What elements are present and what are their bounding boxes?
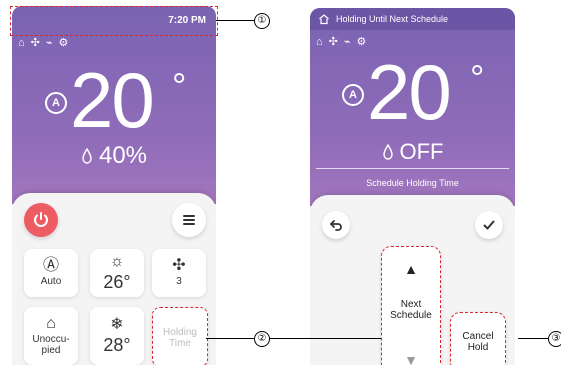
- humidity-drop-icon: [82, 148, 92, 164]
- callout-1: ①: [254, 13, 270, 29]
- home-arrow-icon: ⌂: [18, 37, 25, 49]
- mode-tile-auto[interactable]: Ⓐ Auto: [24, 249, 78, 297]
- next-schedule-control[interactable]: ▲ Next Schedule ▼: [381, 246, 441, 365]
- temperature-degree: °: [172, 65, 187, 106]
- mode-auto-icon: Ⓐ: [42, 257, 59, 275]
- home-arrow-icon: ⌂: [316, 36, 323, 48]
- schedule-divider: [316, 168, 509, 169]
- right-temperature-value: 20: [367, 48, 452, 136]
- settings-icon: ⚙: [356, 36, 367, 48]
- callout-line-3: [518, 338, 548, 339]
- next-schedule-label: Next Schedule: [390, 299, 432, 321]
- holding-time-tile[interactable]: Holding Time: [152, 307, 208, 365]
- confirm-button[interactable]: [475, 211, 503, 239]
- snowflake-icon: ❄: [110, 315, 124, 333]
- mode-auto-label: Auto: [40, 276, 62, 288]
- power-icon: [34, 212, 48, 227]
- temperature-display: A 20 °: [12, 61, 216, 151]
- status-icons: ⌂ ✣ ⌁ ⚙: [18, 34, 68, 52]
- callout-3: ③: [548, 331, 561, 347]
- sun-icon: ☼: [109, 252, 125, 270]
- cancel-hold-label: Cancel Hold: [462, 331, 494, 353]
- heat-setpoint-value: 28°: [103, 334, 131, 355]
- callout-line-2b: [270, 338, 381, 339]
- fan-icon: ✣: [172, 257, 186, 275]
- holding-header-text: Holding Until Next Schedule: [336, 14, 449, 24]
- left-screen: 7:20 PM ⌂ ✣ ⌁ ⚙ A 20 ° 40% Ⓐ Auto ☼ 26° …: [12, 6, 216, 365]
- occupancy-icon: ⌂: [46, 315, 56, 332]
- holding-header-bar: Holding Until Next Schedule: [310, 8, 515, 30]
- right-control-panel: ▲ Next Schedule ▼ Cancel Hold: [310, 195, 515, 365]
- home-icon: [319, 14, 329, 25]
- fan-icon: ✣: [30, 37, 40, 49]
- right-mode-auto-badge: A: [342, 84, 364, 106]
- callout-2: ②: [254, 331, 270, 347]
- menu-icon: [183, 215, 195, 225]
- holding-time-label: Holding Time: [163, 327, 197, 349]
- right-temperature-degree: °: [470, 57, 485, 98]
- top-status-highlight: [10, 6, 218, 36]
- occupancy-label: Unoccu- pied: [32, 334, 70, 356]
- chevron-up-icon[interactable]: ▲: [382, 261, 440, 277]
- right-screen: Holding Until Next Schedule ⌂ ✣ ⌁ ⚙ A 20…: [310, 8, 515, 365]
- humidity-value: 40%: [98, 142, 148, 169]
- lock-icon: ⌁: [45, 37, 53, 49]
- occupancy-tile[interactable]: ⌂ Unoccu- pied: [24, 307, 78, 365]
- humidity-display: 40%: [12, 142, 216, 170]
- settings-icon: ⚙: [58, 37, 69, 49]
- left-control-panel: Ⓐ Auto ☼ 26° ✣ 3 ⌂ Unoccu- pied ❄ 28° Ho…: [12, 193, 216, 365]
- lock-icon: ⌁: [343, 36, 351, 48]
- callout-line-2a: [206, 338, 254, 339]
- heat-setpoint-tile[interactable]: ❄ 28°: [90, 307, 144, 365]
- right-humidity-display: OFF: [310, 139, 515, 165]
- right-humidity-drop-icon: [382, 144, 393, 160]
- right-humidity-value: OFF: [399, 139, 444, 164]
- fan-icon: ✣: [328, 36, 338, 48]
- back-button[interactable]: [322, 211, 350, 239]
- chevron-down-icon[interactable]: ▼: [382, 352, 440, 365]
- right-status-icons: ⌂ ✣ ⌁ ⚙: [316, 33, 366, 51]
- temperature-value: 20: [70, 56, 155, 144]
- back-icon: [330, 220, 342, 231]
- cool-setpoint-value: 26°: [103, 271, 131, 292]
- schedule-holding-time: Schedule Holding Time: [366, 178, 459, 188]
- check-icon: [483, 220, 495, 230]
- right-temperature-display: A 20 °: [310, 53, 515, 143]
- cool-setpoint-tile[interactable]: ☼ 26°: [90, 249, 144, 297]
- cancel-hold-button[interactable]: Cancel Hold: [450, 312, 506, 365]
- power-button[interactable]: [24, 203, 58, 237]
- fan-speed-tile[interactable]: ✣ 3: [152, 249, 206, 297]
- menu-button[interactable]: [172, 203, 206, 237]
- fan-speed-value: 3: [176, 276, 182, 288]
- mode-auto-badge: A: [45, 92, 67, 114]
- callout-line-1: [216, 20, 254, 21]
